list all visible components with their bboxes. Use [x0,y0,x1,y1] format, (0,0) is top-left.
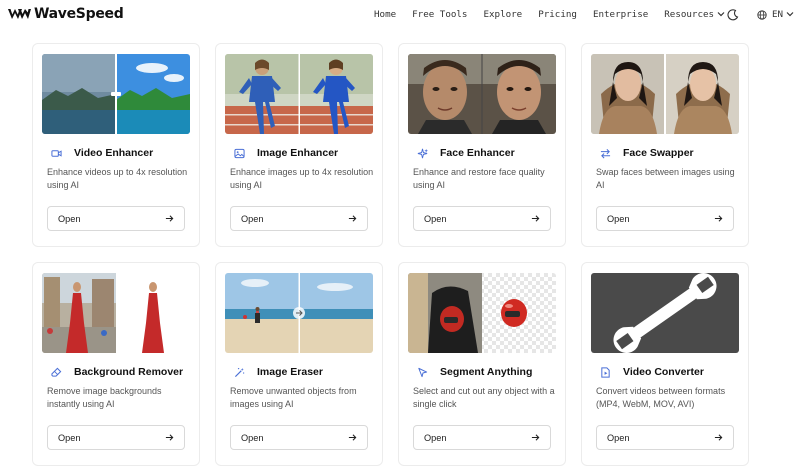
open-button[interactable]: Open [596,206,734,231]
segment-anything-preview-image [408,273,556,353]
arrow-right-icon [165,434,174,441]
open-button[interactable]: Open [413,425,551,450]
tool-title: Face Swapper [623,147,694,159]
tool-description: Convert videos between formats (MP4, Web… [596,386,726,409]
chevron-down-icon [786,11,794,16]
arrow-right-icon [348,215,357,222]
tool-title-row: Image Enhancer [234,147,338,159]
image-enhancer-preview-image [225,54,373,134]
arrow-right-icon [348,434,357,441]
image-eraser-preview-image [225,273,373,353]
tool-title: Video Enhancer [74,147,154,159]
globe-icon [757,9,767,20]
arrow-right-icon [165,215,174,222]
tool-card-background-remover[interactable]: Background Remover Remove image backgrou… [32,262,200,466]
nav-link-pricing[interactable]: Pricing [538,9,577,20]
nav-links: Home Free Tools Explore Pricing Enterpri… [374,9,725,20]
eraser-icon [51,367,62,377]
tool-title-row: Video Enhancer [51,147,153,159]
open-button-label: Open [424,213,447,224]
arrow-right-icon [531,215,540,222]
tool-title: Image Enhancer [257,147,339,159]
tool-description: Enhance videos up to 4x resolution using… [47,167,188,190]
open-button[interactable]: Open [230,206,368,231]
tool-title-row: Background Remover [51,366,183,378]
cursor-pointer-icon [418,367,428,377]
open-button-label: Open [424,432,447,443]
tool-description: Swap faces between images using AI [596,167,735,190]
open-button[interactable]: Open [47,425,185,450]
video-camera-icon [51,149,62,157]
video-enhancer-preview-image [42,54,190,134]
arrow-right-icon [714,434,723,441]
file-video-icon [601,366,610,378]
tool-description: Enhance images up to 4x resolution using… [230,167,374,190]
tool-card-face-enhancer[interactable]: Face Enhancer Enhance and restore face q… [398,43,566,247]
sparkles-icon [417,148,428,158]
arrow-right-icon [531,434,540,441]
tool-title: Image Eraser [257,366,323,378]
image-icon [234,148,245,158]
nav-link-resources[interactable]: Resources [664,9,725,20]
tool-card-video-converter[interactable]: Video Converter Convert videos between f… [581,262,749,466]
brand-name: WaveSpeed [34,6,124,22]
arrow-right-icon [714,215,723,222]
language-label: EN [772,9,784,20]
tool-title-row: Image Eraser [234,366,323,378]
wavespeed-logo-icon [8,9,31,19]
open-button[interactable]: Open [230,425,368,450]
tool-card-face-swapper[interactable]: Face Swapper Swap faces between images u… [581,43,749,247]
video-converter-preview-image [591,273,739,353]
tool-title-row: Segment Anything [417,366,532,378]
open-button[interactable]: Open [413,206,551,231]
nav-link-enterprise[interactable]: Enterprise [593,9,648,20]
nav-link-free-tools[interactable]: Free Tools [412,9,467,20]
brand-logo[interactable]: WaveSpeed [7,6,124,22]
open-button[interactable]: Open [596,425,734,450]
background-remover-preview-image [42,273,190,353]
open-button-label: Open [58,432,81,443]
tool-description: Select and cut out any object with a sin… [413,386,555,409]
open-button-label: Open [607,213,630,224]
tool-title: Video Converter [623,366,704,378]
tool-title: Segment Anything [440,366,533,378]
magic-wand-icon [234,367,245,377]
tool-title: Background Remover [74,366,184,378]
tool-card-image-eraser[interactable]: Image Eraser Remove unwanted objects fro… [215,262,383,466]
language-selector[interactable]: EN [757,9,794,20]
tool-title-row: Face Swapper [600,147,694,159]
open-button-label: Open [241,432,264,443]
open-button-label: Open [607,432,630,443]
tool-title-row: Video Converter [600,366,704,378]
tool-description: Remove unwanted objects from images usin… [230,386,357,409]
swap-arrows-icon [600,148,611,158]
nav-link-explore[interactable]: Explore [483,9,522,20]
tool-card-image-enhancer[interactable]: Image Enhancer Enhance images up to 4x r… [215,43,383,247]
tool-title-row: Face Enhancer [417,147,515,159]
open-button-label: Open [241,213,264,224]
chevron-down-icon [717,11,725,16]
face-swapper-preview-image [591,54,739,134]
nav-link-home[interactable]: Home [374,9,396,20]
nav-link-resources-label: Resources [664,9,715,20]
tool-description: Enhance and restore face quality using A… [413,167,545,190]
tool-card-video-enhancer[interactable]: Video Enhancer Enhance videos up to 4x r… [32,43,200,247]
face-enhancer-preview-image [408,54,556,134]
open-button[interactable]: Open [47,206,185,231]
moon-icon[interactable] [727,9,739,21]
tool-title: Face Enhancer [440,147,515,159]
tool-description: Remove image backgrounds instantly using… [47,386,162,409]
top-navbar: WaveSpeed Home Free Tools Explore Pricin… [0,0,800,30]
tool-card-segment-anything[interactable]: Segment Anything Select and cut out any … [398,262,566,466]
open-button-label: Open [58,213,81,224]
